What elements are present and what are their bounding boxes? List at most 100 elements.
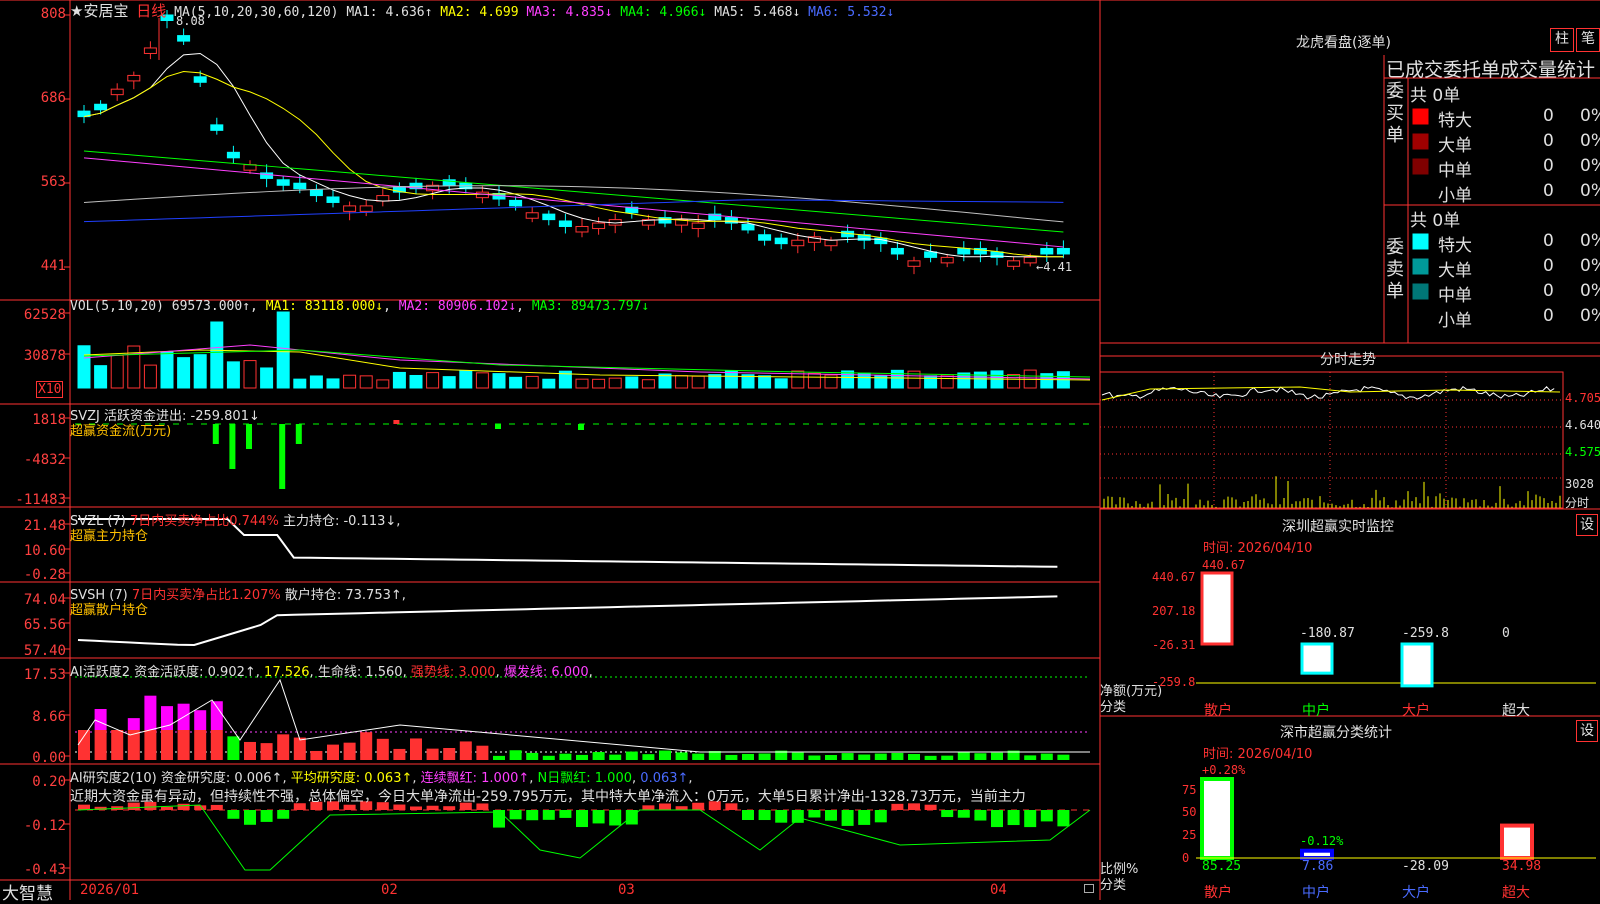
monitor-bar bbox=[1400, 642, 1434, 688]
research-bar bbox=[874, 810, 887, 823]
classify-settings-button[interactable]: 设 bbox=[1576, 720, 1598, 742]
svzj-ytick: 1818 bbox=[32, 412, 66, 428]
order-buy-name: 特大 bbox=[1438, 111, 1472, 131]
order-sell-pct: 0% bbox=[1580, 256, 1600, 276]
bar-view-button[interactable]: 柱 bbox=[1550, 28, 1574, 52]
research-bar bbox=[244, 810, 256, 825]
activity-bar bbox=[78, 730, 90, 760]
activity-bar bbox=[874, 753, 887, 760]
intraday-price-tick: 4.705 bbox=[1565, 391, 1600, 405]
ma5-value: MA5: 5.468↓ bbox=[714, 5, 801, 20]
order-buy-count: 0 bbox=[1543, 131, 1554, 151]
monitor-value-label: -180.87 bbox=[1300, 626, 1355, 641]
activity-bar bbox=[194, 710, 207, 730]
research-bar bbox=[526, 810, 539, 821]
volume-bar bbox=[475, 372, 489, 389]
period-label[interactable]: 日线 bbox=[136, 2, 166, 20]
low-mark: ←4.41 bbox=[1036, 260, 1073, 274]
monitor-settings-button[interactable]: 设 bbox=[1576, 514, 1598, 536]
price-candle bbox=[143, 47, 157, 54]
monitor-value-label: -259.8 bbox=[1402, 626, 1449, 641]
color-swatch bbox=[1412, 158, 1429, 175]
price-ytick: 441 bbox=[40, 258, 66, 274]
research-bar bbox=[410, 806, 422, 810]
volume-bar bbox=[94, 365, 108, 389]
order-sell-count: 0 bbox=[1543, 281, 1554, 301]
research-bar bbox=[991, 810, 1003, 828]
order-buy-pct: 0% bbox=[1580, 106, 1600, 126]
monitor-category: 中户 bbox=[1302, 703, 1330, 719]
classify-ytick: 0 bbox=[1182, 851, 1190, 865]
price-candle bbox=[890, 247, 904, 255]
volume-bar bbox=[309, 375, 323, 389]
volume-bar bbox=[890, 369, 904, 389]
ai1-value2: 17.526 bbox=[264, 665, 310, 680]
price-ytick: 563 bbox=[40, 174, 66, 190]
volume-bar bbox=[177, 357, 191, 389]
research-bar bbox=[642, 805, 655, 810]
sell-orders-label: 委卖单 bbox=[1386, 237, 1404, 302]
order-buy-pct: 0% bbox=[1580, 181, 1600, 201]
pen-view-button[interactable]: 笔 bbox=[1576, 28, 1600, 52]
ai2-comment: 近期大资金虽有异动，但持续性不强，总体偏空，今日大单净流出-259.795万元，… bbox=[70, 789, 1026, 805]
ai1-ytick: 17.53 bbox=[23, 667, 66, 683]
ma1-value: MA1: 4.636↑ bbox=[346, 5, 433, 20]
volume-bar bbox=[807, 372, 821, 389]
classify-bar bbox=[1500, 823, 1534, 861]
order-sell-pct: 0% bbox=[1580, 306, 1600, 326]
high-mark: 8.08 bbox=[176, 14, 205, 28]
flow-bar bbox=[212, 424, 219, 444]
volume-bar bbox=[575, 378, 589, 389]
order-sell-name: 特大 bbox=[1438, 236, 1472, 256]
activity-bar bbox=[94, 708, 107, 730]
ma3-line bbox=[83, 157, 1064, 248]
intraday-title: 分时走势 bbox=[1320, 352, 1376, 368]
research-bar bbox=[443, 806, 456, 810]
svsh-ratio: 7日内买卖净占比1.207% bbox=[131, 588, 281, 603]
vol-unit-badge[interactable]: X10 bbox=[36, 381, 64, 398]
price-candle bbox=[824, 239, 838, 247]
research-bar bbox=[509, 810, 522, 820]
volume-bar bbox=[343, 374, 357, 389]
price-candle bbox=[758, 234, 772, 241]
classify-value-label: 34.98 bbox=[1502, 859, 1542, 874]
ai1-activity: 资金活跃度: 0.902↑ bbox=[134, 665, 256, 680]
activity-bar bbox=[825, 755, 837, 760]
price-candle bbox=[592, 222, 606, 230]
price-candle bbox=[957, 247, 971, 255]
research-bar bbox=[1024, 810, 1037, 828]
svzl-sub: 超赢主力持仓 bbox=[70, 529, 149, 544]
activity-bar bbox=[393, 748, 406, 760]
color-swatch bbox=[1412, 233, 1429, 250]
stock-name[interactable]: ★安居宝 bbox=[70, 2, 128, 20]
volume-bar bbox=[260, 367, 274, 389]
volume-bar bbox=[492, 373, 506, 389]
monitor-ytick: 207.18 bbox=[1152, 604, 1196, 618]
volume-bar bbox=[459, 370, 473, 389]
research-bar bbox=[742, 810, 754, 821]
research-bar bbox=[791, 810, 804, 823]
vol-ytick: 30878 bbox=[23, 348, 66, 364]
date-tick: 03 bbox=[618, 882, 635, 898]
ai1-lifeline: 生命线: 1.560 bbox=[317, 665, 403, 680]
order-sell-count: 0 bbox=[1543, 231, 1554, 251]
intraday-price-tick: 4.640 bbox=[1565, 418, 1600, 432]
activity-bar bbox=[459, 741, 472, 760]
research-bar bbox=[1040, 810, 1053, 822]
lock-icon[interactable] bbox=[1084, 884, 1094, 893]
ai1-header: AI活跃度2 资金活跃度: 0.902↑, 17.526, 生命线: 1.560… bbox=[70, 665, 593, 680]
activity-bar bbox=[127, 718, 140, 730]
classify-ytick: 25 bbox=[1182, 828, 1197, 842]
svzj-sub: 超赢资金流(万元) bbox=[70, 424, 172, 439]
research-bar bbox=[227, 810, 240, 819]
monitor-ytick: -26.31 bbox=[1152, 638, 1196, 652]
research-bar bbox=[559, 810, 572, 818]
research-bar bbox=[161, 806, 173, 810]
classify-category: 中户 bbox=[1302, 885, 1330, 901]
research-bar bbox=[775, 810, 788, 823]
retail-position-line bbox=[77, 595, 1058, 647]
activity-bar bbox=[991, 752, 1003, 760]
activity-bar bbox=[210, 701, 223, 730]
activity-bar bbox=[144, 730, 157, 760]
price-candle bbox=[343, 205, 357, 212]
